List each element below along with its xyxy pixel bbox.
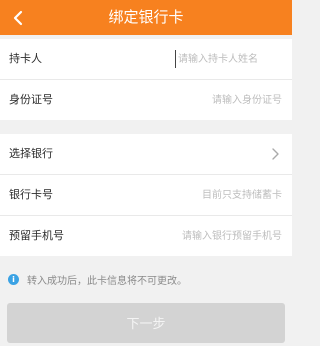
card-number-label: 银行卡号	[9, 188, 53, 201]
info-icon: i	[8, 273, 19, 285]
phone-label: 预留手机号	[9, 229, 64, 242]
next-step-button[interactable]: 下一步	[7, 303, 285, 343]
phone-input[interactable]	[132, 227, 282, 245]
app-header: 绑定银行卡	[0, 0, 292, 35]
bank-section: 选择银行 银行卡号 预留手机号	[0, 134, 292, 256]
select-bank-row[interactable]: 选择银行	[0, 134, 292, 175]
cardholder-label: 持卡人	[9, 52, 42, 65]
chevron-right-icon	[272, 148, 279, 160]
notice-bar: i 转入成功后，此卡信息将不可更改。	[8, 271, 187, 287]
id-number-label: 身份证号	[9, 93, 53, 106]
select-bank-label: 选择银行	[9, 147, 53, 160]
id-number-input[interactable]	[132, 91, 282, 109]
card-number-row: 银行卡号	[0, 175, 292, 216]
notice-text: 转入成功后，此卡信息将不可更改。	[27, 275, 187, 287]
identity-section: 持卡人 身份证号	[0, 39, 292, 120]
card-number-input[interactable]	[132, 186, 282, 204]
cardholder-row: 持卡人	[0, 39, 292, 80]
phone-row: 预留手机号	[0, 216, 292, 256]
id-number-row: 身份证号	[0, 80, 292, 120]
cardholder-input[interactable]	[175, 50, 282, 68]
page-title: 绑定银行卡	[108, 8, 184, 26]
